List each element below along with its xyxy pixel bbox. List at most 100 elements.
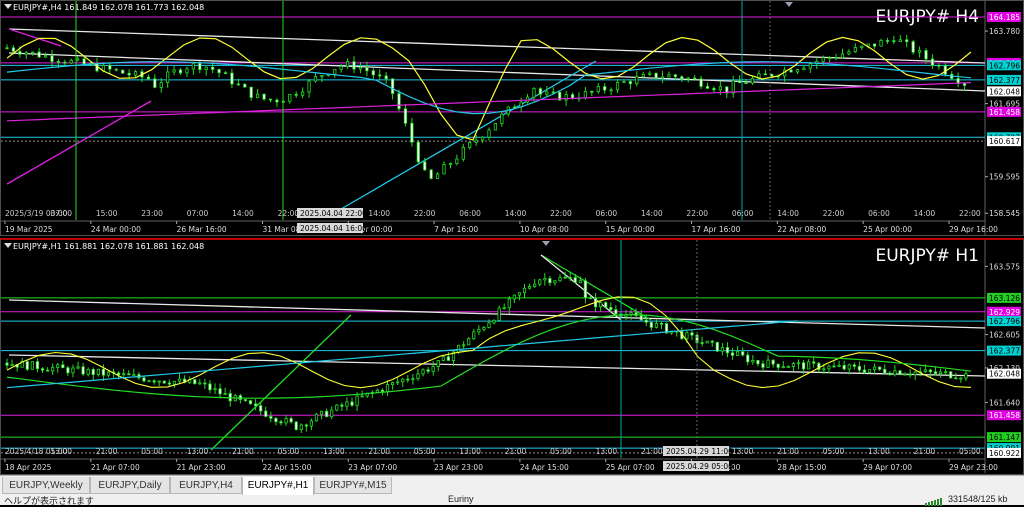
- candle-body: [781, 366, 785, 369]
- price-label: 162.048: [989, 370, 1020, 379]
- chart-window-h4[interactable]: EURJPY#,H4 161.849 162.078 161.773 162.0…: [0, 0, 1024, 236]
- zigzag-yellow: [6, 296, 972, 389]
- candle-body: [96, 368, 100, 375]
- candle-body: [604, 302, 608, 308]
- candle-body: [622, 81, 626, 83]
- candle-body: [462, 344, 466, 347]
- tab-eurjpy-weekly[interactable]: EURJPY,Weekly: [2, 477, 90, 494]
- candle-body: [10, 364, 14, 366]
- candle-body: [403, 108, 408, 124]
- candle-body: [893, 370, 897, 376]
- candle-body: [467, 338, 471, 346]
- tab-eurjpy-h4[interactable]: EURJPY,H4: [170, 477, 242, 494]
- candle-body: [117, 372, 121, 376]
- candle-body: [789, 69, 793, 73]
- candle-body: [167, 382, 171, 385]
- candle-body: [847, 51, 851, 55]
- candle-body: [905, 39, 909, 43]
- tab-eurjpy-h1[interactable]: EURJPY#,H1: [242, 477, 314, 496]
- candle-body: [867, 369, 872, 373]
- candle-body: [834, 57, 838, 59]
- time-label-upper: 13:00: [187, 447, 209, 456]
- candle-body: [712, 87, 716, 91]
- candle-body: [649, 321, 653, 328]
- candle-body: [313, 76, 318, 82]
- candle-body: [715, 341, 719, 352]
- time-label-upper: 07:00: [50, 209, 72, 218]
- candle-body: [294, 421, 298, 430]
- candle-body: [360, 395, 364, 398]
- candle-body: [583, 90, 588, 99]
- candle-body: [828, 57, 832, 60]
- candle-body: [406, 378, 410, 381]
- candle-body: [264, 410, 268, 417]
- candle-body: [218, 388, 222, 395]
- candle-body: [446, 356, 451, 361]
- time-label-upper: 07:00: [187, 209, 209, 218]
- candle-body: [821, 57, 825, 62]
- candle-body: [269, 416, 273, 419]
- candle-body: [401, 378, 405, 383]
- price-chart-h1[interactable]: 163.575 163.126 162.929162.796 162.605 162.3…: [1, 240, 1023, 473]
- candle-body: [644, 319, 648, 323]
- price-label: 163.575: [989, 262, 1020, 271]
- candle-body: [162, 380, 166, 384]
- candle-body: [384, 75, 388, 80]
- candle-body: [563, 276, 567, 279]
- time-label-upper: 06:00: [459, 209, 481, 218]
- candle-body: [766, 359, 770, 368]
- tab-eurjpy-daily[interactable]: EURJPY,Daily: [90, 477, 170, 494]
- candle-body: [862, 369, 867, 373]
- candle-body: [114, 68, 118, 71]
- candle-body: [274, 417, 278, 423]
- candle-body: [924, 50, 928, 60]
- candle-body: [522, 287, 527, 294]
- candle-body: [527, 286, 532, 289]
- candle-body: [193, 379, 197, 385]
- candle-body: [885, 40, 890, 42]
- candle-body: [917, 50, 922, 53]
- candle-body: [198, 62, 202, 71]
- time-label-upper: 22:00: [414, 209, 436, 218]
- candle-body: [76, 366, 80, 369]
- candle-body: [45, 369, 50, 372]
- candle-body: [639, 315, 643, 321]
- chart-window-h1[interactable]: EURJPY#,H1 161.881 162.078 161.881 162.0…: [0, 238, 1024, 475]
- candle-body: [686, 77, 690, 80]
- candle-body: [609, 89, 613, 92]
- price-label: 160.922: [989, 449, 1020, 458]
- price-chart-h4[interactable]: 164.185163.780162.866162.796162.377162.0…: [1, 1, 1023, 235]
- candle-body: [456, 344, 461, 353]
- moving-average-cyan: [6, 320, 798, 389]
- candle-body: [744, 82, 748, 85]
- candle-body: [938, 371, 943, 375]
- candle-body: [497, 307, 501, 321]
- candle-body: [436, 360, 440, 368]
- candle-body: [857, 365, 861, 371]
- candle-body: [583, 280, 588, 299]
- candle-body: [954, 377, 958, 380]
- candle-body: [599, 302, 603, 308]
- candle-body: [628, 81, 632, 85]
- candle-body: [853, 47, 857, 53]
- candle-body: [738, 80, 742, 84]
- candle-body: [198, 382, 202, 385]
- time-label: 28 Apr 15:00: [777, 463, 826, 472]
- time-label-upper: 22:00: [278, 209, 300, 218]
- candle-body: [517, 292, 522, 296]
- candle-body: [429, 169, 433, 179]
- time-label-upper: 13:00: [868, 447, 890, 456]
- candle-body: [378, 74, 382, 77]
- time-label: 21 Apr 23:00: [177, 463, 226, 472]
- candle-body: [435, 173, 440, 179]
- tab-eurjpy-m15[interactable]: EURJPY#,M15: [314, 477, 392, 494]
- candle-body: [390, 382, 395, 385]
- candle-body: [159, 82, 163, 88]
- candle-body: [545, 91, 549, 95]
- candle-body: [365, 67, 369, 72]
- candle-body: [718, 86, 722, 91]
- candle-body: [802, 67, 806, 71]
- crosshair-time-label: 2025.04.29 05:00: [666, 462, 733, 471]
- time-label: 10 Apr 08:00: [520, 225, 569, 234]
- time-label-upper: 05:00: [959, 447, 981, 456]
